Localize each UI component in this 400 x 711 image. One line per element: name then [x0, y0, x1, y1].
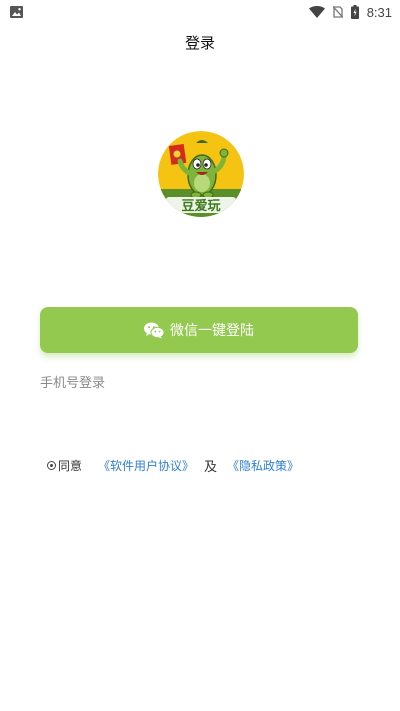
- no-sim-icon: [332, 6, 343, 18]
- wifi-icon: [308, 6, 325, 18]
- status-time: 8:31: [366, 4, 392, 20]
- agree-label: 同意: [58, 459, 83, 473]
- wechat-icon: [144, 322, 164, 338]
- status-bar: 8:31: [0, 0, 400, 24]
- page-title: 登录: [184, 34, 215, 52]
- image-icon: [10, 6, 23, 18]
- agreement-row: 同意 《软件用户协议》 及 《隐私政策》: [47, 456, 299, 475]
- wechat-login-button[interactable]: 微信一键登陆: [40, 307, 358, 353]
- agree-radio[interactable]: [47, 461, 56, 470]
- phone-login-link[interactable]: 手机号登录: [40, 372, 105, 391]
- battery-charging-icon: [350, 5, 359, 19]
- app-logo: 豆爱玩: [158, 131, 244, 217]
- and-label: 及: [204, 460, 218, 475]
- wechat-login-label: 微信一键登陆: [170, 323, 254, 339]
- privacy-policy-link[interactable]: 《隐私政策》: [227, 457, 299, 474]
- user-agreement-link[interactable]: 《软件用户协议》: [98, 457, 194, 474]
- status-icons: 8:31: [308, 0, 392, 24]
- mascot-logo-image: 豆爱玩: [158, 131, 244, 217]
- logo-text: 豆爱玩: [181, 198, 220, 214]
